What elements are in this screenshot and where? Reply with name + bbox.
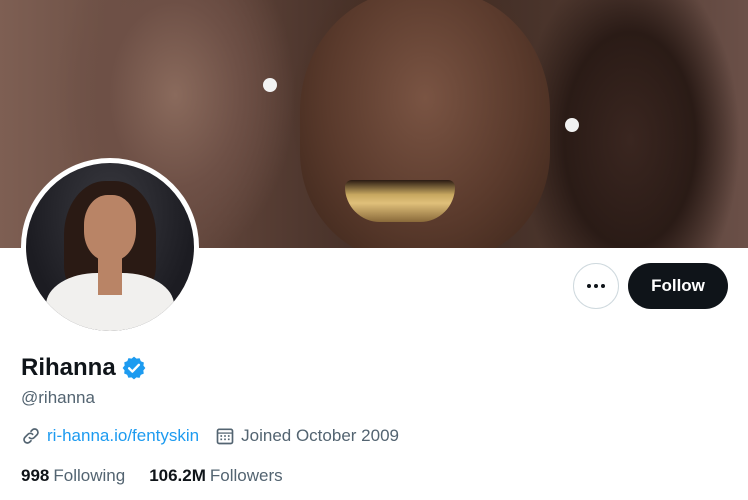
followers-stat[interactable]: 106.2M Followers <box>149 466 282 486</box>
banner-grin <box>345 180 455 222</box>
website-link[interactable]: ri-hanna.io/fentyskin <box>21 426 199 446</box>
avatar-neck <box>98 255 122 295</box>
followers-label: Followers <box>209 466 283 485</box>
profile-name-row: Rihanna <box>21 354 147 382</box>
calendar-icon <box>216 428 234 445</box>
avatar[interactable] <box>21 158 199 336</box>
following-label: Following <box>53 466 126 485</box>
following-stat[interactable]: 998 Following <box>21 466 125 486</box>
follow-button[interactable]: Follow <box>628 263 728 309</box>
verified-badge-icon[interactable] <box>121 355 147 381</box>
avatar-face <box>84 195 136 261</box>
more-options-button[interactable] <box>573 263 619 309</box>
link-icon <box>23 428 39 444</box>
banner-earring-right <box>565 118 579 132</box>
profile-meta: ri-hanna.io/fentyskin Joined October 200… <box>21 426 415 446</box>
more-icon <box>587 284 605 288</box>
followers-count: 106.2M <box>149 466 206 485</box>
profile-stats: 998 Following 106.2M Followers <box>21 466 307 486</box>
website-link-text[interactable]: ri-hanna.io/fentyskin <box>47 426 199 446</box>
banner-earring-left <box>263 78 277 92</box>
display-name: Rihanna <box>21 354 116 381</box>
join-date: Joined October 2009 <box>215 426 399 446</box>
following-count: 998 <box>21 466 50 485</box>
avatar-image <box>26 163 194 331</box>
join-date-text: Joined October 2009 <box>241 426 399 445</box>
profile-handle: @rihanna <box>21 388 95 407</box>
